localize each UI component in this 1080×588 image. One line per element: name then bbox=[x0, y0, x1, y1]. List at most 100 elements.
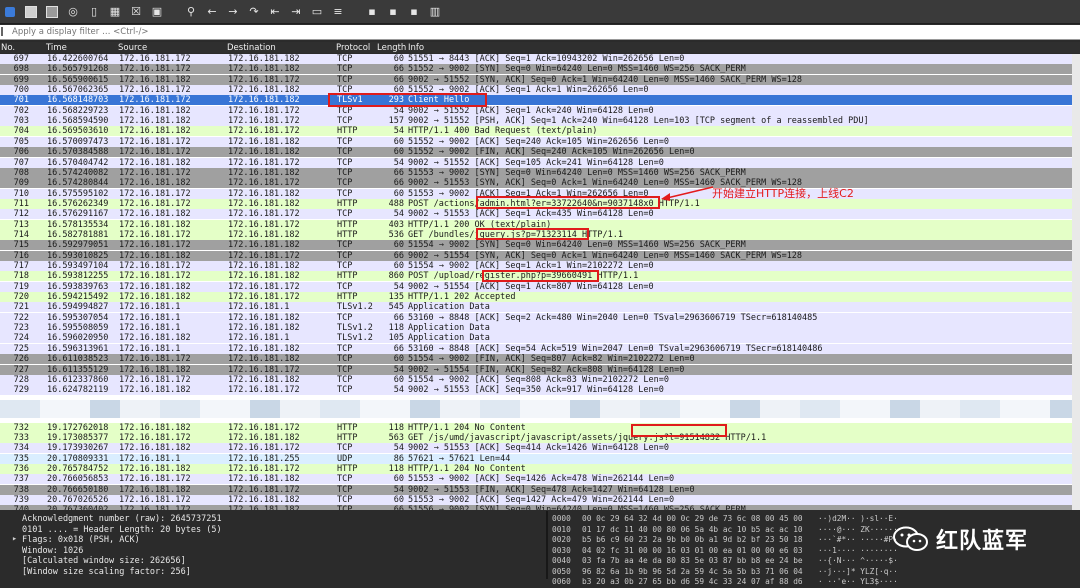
packet-row[interactable]: 705 16.570097473 172.16.181.172 172.16.181.… bbox=[0, 136, 1080, 147]
packet-row[interactable]: 740 20.767360402 172.16.181.172 172.16.181.… bbox=[0, 505, 1080, 510]
zoom-in-icon[interactable]: ▪ bbox=[365, 5, 379, 19]
packet-row[interactable]: 707 16.570404742 172.16.181.182 172.16.181.… bbox=[0, 157, 1080, 168]
packet-row[interactable]: 723 16.595508059 172.16.181.1 172.16.181.18… bbox=[0, 323, 1080, 334]
packet-row[interactable]: 720 16.594215492 172.16.181.182 172.16.181.… bbox=[0, 292, 1080, 303]
packet-cell-len: 54 bbox=[393, 484, 404, 495]
packet-cell-src: 172.16.181.172 bbox=[119, 54, 191, 64]
packet-list[interactable]: 697 16.422600764 172.16.181.172 172.16.181.… bbox=[0, 54, 1080, 510]
packet-row[interactable]: 724 16.596020950 172.16.181.182 172.16.181.… bbox=[0, 333, 1080, 344]
column-header-length[interactable]: Length bbox=[377, 43, 406, 53]
packet-row[interactable]: 728 16.612337860 172.16.181.172 172.16.181.… bbox=[0, 374, 1080, 385]
packet-cell-src: 172.16.181.182 bbox=[119, 443, 191, 454]
wechat-logo-icon bbox=[892, 524, 930, 554]
restart-icon[interactable] bbox=[45, 5, 59, 19]
packet-row[interactable]: 706 16.570384588 172.16.181.172 172.16.181.… bbox=[0, 147, 1080, 158]
detail-line[interactable]: 0101 .... = Header Length: 20 bytes (5) bbox=[22, 525, 546, 536]
packet-row[interactable]: 704 16.569503610 172.16.181.182 172.16.181.… bbox=[0, 126, 1080, 137]
zoom-out-icon[interactable]: ▪ bbox=[386, 5, 400, 19]
packet-row[interactable]: 712 16.576291167 172.16.181.182 172.16.181.… bbox=[0, 209, 1080, 220]
packet-cell-src: 172.16.181.172 bbox=[119, 240, 191, 251]
packet-bytes-pane[interactable]: 0000 00 0c 29 64 32 4d 00 0c 29 de 73 6c … bbox=[552, 514, 852, 588]
packet-row[interactable]: 702 16.568229723 172.16.181.182 172.16.181.… bbox=[0, 105, 1080, 116]
column-header-source[interactable]: Source bbox=[118, 43, 147, 53]
resize-columns-icon[interactable]: ▥ bbox=[428, 5, 442, 19]
packet-row[interactable]: 708 16.574240082 172.16.181.172 172.16.181.… bbox=[0, 167, 1080, 178]
watermark-text: 红队蓝军 bbox=[936, 528, 1029, 554]
packet-row[interactable]: 719 16.593839763 172.16.181.182 172.16.181.… bbox=[0, 281, 1080, 292]
packet-cell-no: 713 bbox=[13, 219, 29, 230]
column-header-protocol[interactable]: Protocol bbox=[336, 43, 370, 53]
packet-cell-src: 172.16.181.182 bbox=[119, 484, 191, 495]
packet-cell-no: 712 bbox=[13, 209, 29, 220]
packet-row[interactable]: 701 16.568148703 172.16.181.172 172.16.181.… bbox=[0, 95, 1080, 106]
packet-row[interactable]: 727 16.611355129 172.16.181.182 172.16.181.… bbox=[0, 364, 1080, 375]
packet-cell-no: 715 bbox=[13, 240, 29, 251]
packet-row[interactable]: 736 20.765784752 172.16.181.182 172.16.181.… bbox=[0, 463, 1080, 474]
open-file-icon[interactable]: ▯ bbox=[87, 5, 101, 19]
go-to-packet-icon[interactable]: ↷ bbox=[247, 5, 261, 19]
packet-row[interactable]: 698 16.565791268 172.16.181.172 172.16.181.… bbox=[0, 64, 1080, 75]
save-file-icon[interactable]: ▦ bbox=[108, 5, 122, 19]
detail-line[interactable]: [Calculated window size: 262656] bbox=[22, 556, 546, 567]
reload-icon[interactable]: ▣ bbox=[150, 5, 164, 19]
packet-row[interactable]: 725 16.596313961 172.16.181.1 172.16.181.18… bbox=[0, 343, 1080, 354]
packet-cell-dst: 172.16.181.182 bbox=[228, 354, 300, 365]
shark-fin-start-icon[interactable] bbox=[3, 5, 17, 19]
packet-cell-len: 66 bbox=[393, 343, 404, 354]
packet-cell-proto: TCP bbox=[337, 374, 353, 385]
packet-row[interactable]: 732 19.172762018 172.16.181.182 172.16.181.… bbox=[0, 422, 1080, 433]
packet-row[interactable]: 703 16.568594590 172.16.181.182 172.16.181.… bbox=[0, 116, 1080, 127]
detail-line[interactable]: Window: 1026 bbox=[22, 546, 546, 557]
first-packet-icon[interactable]: ⇤ bbox=[268, 5, 282, 19]
last-packet-icon[interactable]: ⇥ bbox=[289, 5, 303, 19]
packet-row[interactable]: 735 20.170809331 172.16.181.1 172.16.181.25… bbox=[0, 453, 1080, 464]
expand-triangle-icon[interactable]: ▸ bbox=[12, 534, 17, 545]
packet-cell-len: 54 bbox=[393, 105, 404, 116]
packet-row[interactable]: 716 16.593010825 172.16.181.182 172.16.181.… bbox=[0, 250, 1080, 261]
packet-cell-src: 172.16.181.172 bbox=[119, 188, 191, 199]
pane-divider[interactable] bbox=[546, 511, 548, 579]
packet-row[interactable]: 722 16.595307054 172.16.181.1 172.16.181.18… bbox=[0, 312, 1080, 323]
packet-row[interactable]: 733 19.173085377 172.16.181.172 172.16.181.… bbox=[0, 432, 1080, 443]
back-arrow-icon[interactable]: ← bbox=[205, 5, 219, 19]
packet-row[interactable]: 737 20.766056853 172.16.181.172 172.16.181.… bbox=[0, 474, 1080, 485]
stop-icon[interactable] bbox=[24, 5, 38, 19]
packet-cell-proto: TCP bbox=[337, 505, 352, 510]
packet-cell-proto: TCP bbox=[337, 64, 353, 75]
packet-row[interactable]: 709 16.574280844 172.16.181.182 172.16.181.… bbox=[0, 178, 1080, 189]
column-header-time[interactable]: Time bbox=[46, 43, 67, 53]
column-header-no[interactable]: No. bbox=[1, 43, 15, 53]
detail-line[interactable]: Flags: 0x018 (PSH, ACK) bbox=[22, 535, 546, 546]
packet-cell-dst: 172.16.181.172 bbox=[228, 292, 300, 303]
packet-row[interactable]: 726 16.611038523 172.16.181.172 172.16.181.… bbox=[0, 354, 1080, 365]
options-gear-icon[interactable]: ◎ bbox=[66, 5, 80, 19]
packet-cell-no: 701 bbox=[13, 95, 29, 106]
packet-list-scrollbar[interactable] bbox=[1072, 54, 1080, 510]
display-filter-bar bbox=[0, 25, 1080, 40]
column-header-destination[interactable]: Destination bbox=[227, 43, 276, 53]
auto-scroll-icon[interactable]: ▭ bbox=[310, 5, 324, 19]
packet-row[interactable]: 697 16.422600764 172.16.181.172 172.16.181.… bbox=[0, 54, 1080, 64]
close-file-icon[interactable]: ☒ bbox=[129, 5, 143, 19]
packet-details-pane[interactable]: ▸ Acknowledgment number (raw): 264573725… bbox=[0, 511, 546, 579]
detail-line[interactable]: Acknowledgment number (raw): 2645737251 bbox=[22, 514, 546, 525]
packet-row[interactable]: 699 16.565900615 172.16.181.182 172.16.181.… bbox=[0, 74, 1080, 85]
packet-row[interactable]: 739 20.767026526 172.16.181.172 172.16.181.… bbox=[0, 495, 1080, 505]
packet-row[interactable]: 738 20.766650180 172.16.181.182 172.16.181.… bbox=[0, 484, 1080, 495]
packet-row[interactable]: 700 16.567062365 172.16.181.172 172.16.181.… bbox=[0, 85, 1080, 96]
display-filter-input[interactable] bbox=[2, 26, 1080, 38]
packet-row[interactable]: 721 16.594994827 172.16.181.1 172.16.181.1 T… bbox=[0, 302, 1080, 313]
normal-size-icon[interactable]: ▪ bbox=[407, 5, 421, 19]
packet-row[interactable]: 715 16.592979051 172.16.181.172 172.16.181.… bbox=[0, 240, 1080, 251]
detail-line[interactable]: [Window size scaling factor: 256] bbox=[22, 567, 546, 578]
packet-cell-proto: TCP bbox=[337, 261, 353, 271]
forward-arrow-icon[interactable]: → bbox=[226, 5, 240, 19]
column-header-info[interactable]: Info bbox=[408, 43, 424, 53]
packet-row[interactable]: 734 19.173930267 172.16.181.182 172.16.181.… bbox=[0, 443, 1080, 454]
watermark: 红队蓝军 bbox=[892, 516, 1028, 561]
packet-cell-len: 54 bbox=[393, 364, 404, 375]
find-icon[interactable]: ⚲ bbox=[184, 5, 198, 19]
colorize-icon[interactable]: ≡ bbox=[331, 5, 345, 19]
packet-row[interactable]: 729 16.624782119 172.16.181.182 172.16.181.… bbox=[0, 385, 1080, 396]
packet-cell-time: 16.570097473 bbox=[47, 136, 109, 147]
